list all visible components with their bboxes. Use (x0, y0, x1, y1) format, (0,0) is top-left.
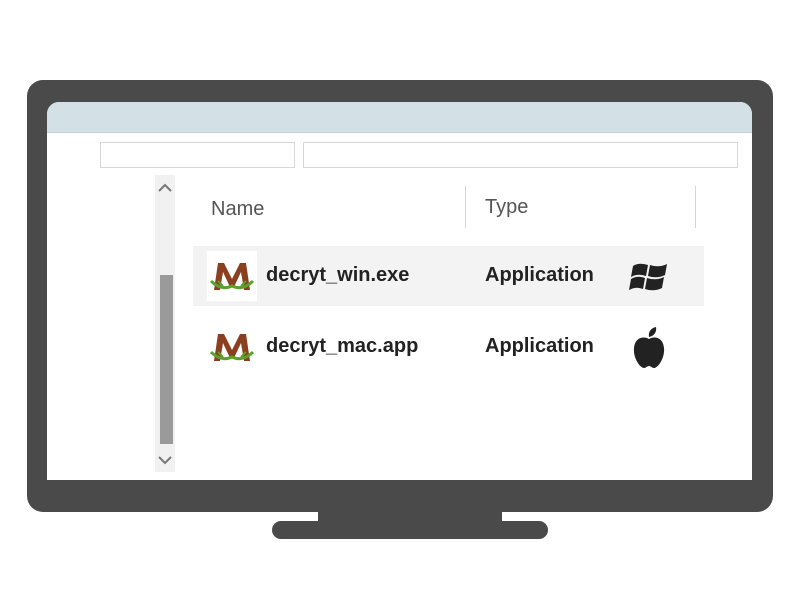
location-field[interactable] (100, 142, 268, 168)
file-type: Application (485, 335, 594, 357)
column-header-type[interactable]: Type (485, 196, 528, 219)
column-separator[interactable] (465, 186, 466, 228)
window-titlebar (47, 102, 752, 133)
scroll-thumb[interactable] (160, 275, 173, 444)
monitor-stand-base (272, 521, 548, 539)
file-name: decryt_mac.app (266, 335, 419, 357)
chevron-down-icon (158, 455, 172, 464)
file-name: decryt_win.exe (266, 264, 410, 286)
malware-m-icon (207, 322, 257, 372)
screen: Name Type decryt_win.exe Application dec… (47, 102, 752, 480)
file-row-decryt-mac[interactable]: decryt_mac.app Application (193, 317, 704, 377)
chevron-up-icon (158, 183, 172, 192)
malware-m-icon (207, 251, 257, 301)
windows-logo-icon (629, 257, 669, 297)
file-row-decryt-win[interactable]: decryt_win.exe Application (193, 246, 704, 306)
apple-logo-icon (629, 327, 669, 368)
file-type: Application (485, 264, 594, 286)
vertical-scrollbar[interactable] (155, 175, 175, 472)
column-separator[interactable] (695, 186, 696, 228)
scroll-down-button[interactable] (155, 452, 175, 468)
monitor-bezel: Name Type decryt_win.exe Application dec… (27, 80, 773, 512)
scroll-up-button[interactable] (155, 179, 175, 195)
column-header-name[interactable]: Name (211, 198, 264, 221)
search-field[interactable] (303, 142, 738, 168)
location-dropdown-button[interactable] (267, 142, 295, 168)
